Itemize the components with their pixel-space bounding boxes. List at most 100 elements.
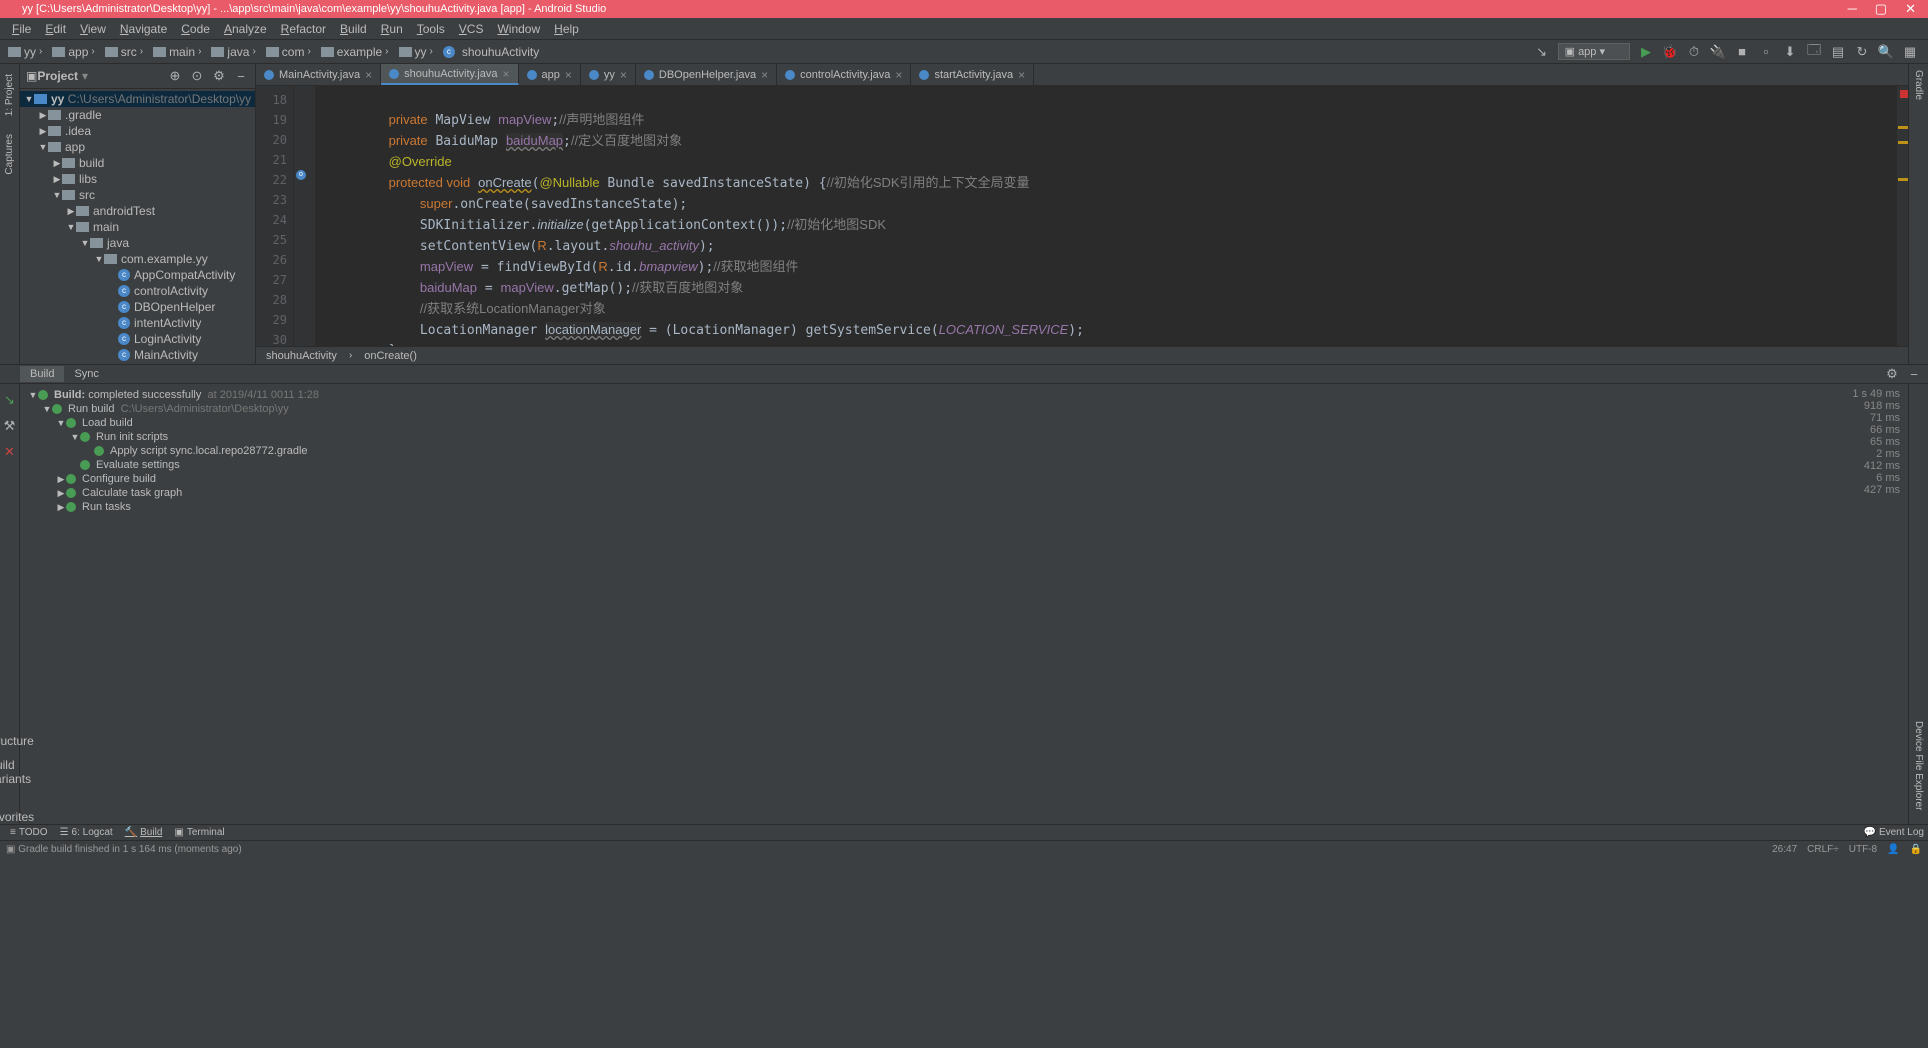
tree-item[interactable]: ▼java xyxy=(20,235,255,251)
editor-tab[interactable]: controlActivity.java× xyxy=(777,64,911,85)
build-step[interactable]: ▼Load build xyxy=(56,416,1820,430)
line-separator[interactable]: CRLF÷ xyxy=(1807,844,1839,855)
menu-help[interactable]: Help xyxy=(548,20,585,38)
attach-button[interactable]: 🔌 xyxy=(1710,44,1726,60)
settings-icon[interactable]: ▦ xyxy=(1902,44,1918,60)
menu-window[interactable]: Window xyxy=(491,20,546,38)
close-tab-icon[interactable]: × xyxy=(1018,68,1025,82)
editor-tab[interactable]: yy× xyxy=(581,64,636,85)
build-step[interactable]: ▶Calculate task graph xyxy=(56,486,1820,500)
tree-item[interactable]: cDBOpenHelper xyxy=(20,299,255,315)
cancel-icon[interactable]: ✕ xyxy=(2,444,18,460)
collapse-icon[interactable]: ⊕ xyxy=(167,68,183,84)
close-tab-icon[interactable]: × xyxy=(565,68,572,82)
editor-tab[interactable]: startActivity.java× xyxy=(911,64,1034,85)
search-icon[interactable]: 🔍 xyxy=(1878,44,1894,60)
gear-icon[interactable]: ⚙ xyxy=(211,68,227,84)
rerun-icon[interactable]: ↘ xyxy=(2,392,18,408)
menu-file[interactable]: File xyxy=(6,20,37,38)
close-button[interactable]: ✕ xyxy=(1905,1,1916,17)
cursor-position[interactable]: 26:47 xyxy=(1772,844,1797,855)
tree-item[interactable]: ▼src xyxy=(20,187,255,203)
breadcrumb-seg[interactable]: main › xyxy=(149,45,205,59)
status-tab-build[interactable]: 🔨 Build xyxy=(119,827,169,838)
minimize-button[interactable]: ─ xyxy=(1848,1,1857,17)
captures-tool-tab[interactable]: Captures xyxy=(2,128,17,181)
lock-icon[interactable]: 🔒 xyxy=(1910,844,1922,855)
menu-run[interactable]: Run xyxy=(375,20,409,38)
menu-refactor[interactable]: Refactor xyxy=(275,20,332,38)
device-explorer-tool-tab[interactable]: Device File Explorer xyxy=(1911,715,1926,816)
menu-navigate[interactable]: Navigate xyxy=(114,20,173,38)
menu-tools[interactable]: Tools xyxy=(411,20,451,38)
tree-item[interactable]: ▼main xyxy=(20,219,255,235)
menu-code[interactable]: Code xyxy=(175,20,216,38)
editor-tab[interactable]: DBOpenHelper.java× xyxy=(636,64,777,85)
tree-item[interactable]: ▼app xyxy=(20,139,255,155)
override-marker-icon[interactable]: o xyxy=(296,170,306,180)
close-tab-icon[interactable]: × xyxy=(502,67,509,81)
tree-root[interactable]: ▼yy C:\Users\Administrator\Desktop\yy xyxy=(20,91,255,107)
status-tab-terminal[interactable]: ▣ Terminal xyxy=(168,827,230,838)
warn-mark-icon[interactable] xyxy=(1898,126,1908,129)
warn-mark-icon[interactable] xyxy=(1898,178,1908,181)
breadcrumb-seg[interactable]: java › xyxy=(207,45,259,59)
build-step[interactable]: ▶Configure build xyxy=(56,472,1820,486)
status-tab-todo[interactable]: ≡ TODO xyxy=(4,827,54,838)
build-step[interactable]: ▼Run build C:\Users\Administrator\Deskto… xyxy=(42,402,1820,416)
editor-tab[interactable]: app× xyxy=(519,64,581,85)
tree-item[interactable]: ▶libs xyxy=(20,171,255,187)
tree-item[interactable]: cAppCompatActivity xyxy=(20,267,255,283)
error-indicator-icon[interactable] xyxy=(1900,90,1908,98)
event-log-button[interactable]: 💬 Event Log xyxy=(1864,827,1924,838)
project-tool-tab[interactable]: 1: Project xyxy=(2,68,17,122)
close-tab-icon[interactable]: × xyxy=(365,68,372,82)
tree-item[interactable]: cMainActivity xyxy=(20,347,255,363)
close-tab-icon[interactable]: × xyxy=(761,68,768,82)
breadcrumb-seg[interactable]: src › xyxy=(101,45,147,59)
breadcrumb-seg[interactable]: yy › xyxy=(395,45,437,59)
tree-item[interactable]: ▶.idea xyxy=(20,123,255,139)
avd-icon[interactable]: ▫ xyxy=(1758,44,1774,60)
build-icon[interactable]: ↘ xyxy=(1534,44,1550,60)
build-step[interactable]: Apply script sync.local.repo28772.gradle xyxy=(84,444,1820,458)
project-tree[interactable]: ▼yy C:\Users\Administrator\Desktop\yy▶.g… xyxy=(20,89,255,364)
hide-icon[interactable]: − xyxy=(233,68,249,84)
run-button[interactable]: ▶ xyxy=(1638,44,1654,60)
build-step[interactable]: ▶Run tasks xyxy=(56,500,1820,514)
gear-icon[interactable]: ⚙ xyxy=(1884,366,1900,382)
close-tab-icon[interactable]: × xyxy=(620,68,627,82)
breadcrumb-seg[interactable]: cshouhuActivity xyxy=(439,45,543,59)
breadcrumb-seg[interactable]: example › xyxy=(317,45,393,59)
build-tab[interactable]: Build xyxy=(20,366,64,382)
maximize-button[interactable]: ▢ xyxy=(1875,1,1887,17)
editor-tab[interactable]: shouhuActivity.java× xyxy=(381,64,518,85)
menu-vcs[interactable]: VCS xyxy=(453,20,490,38)
profile-button[interactable]: ⏱ xyxy=(1686,44,1702,60)
menu-analyze[interactable]: Analyze xyxy=(218,20,273,38)
structure-icon[interactable]: ▤ xyxy=(1830,44,1846,60)
tree-item[interactable]: ccontrolActivity xyxy=(20,283,255,299)
build-output[interactable]: ▼ Build: completed successfully at 2019/… xyxy=(20,384,1828,824)
build-step[interactable]: ▼Run init scripts xyxy=(70,430,1820,444)
status-tab-logcat[interactable]: ☰ 6: Logcat xyxy=(54,827,119,838)
close-tab-icon[interactable]: × xyxy=(895,68,902,82)
breadcrumb-seg[interactable]: com › xyxy=(262,45,315,59)
gradle-tool-tab[interactable]: Gradle xyxy=(1911,64,1926,106)
tree-item[interactable]: ▼com.example.yy xyxy=(20,251,255,267)
breadcrumb-class[interactable]: shouhuActivity xyxy=(266,350,337,362)
stop-button[interactable]: ■ xyxy=(1734,44,1750,60)
tree-item[interactable]: ▶androidTest xyxy=(20,203,255,219)
target-icon[interactable]: ⊙ xyxy=(189,68,205,84)
warn-mark-icon[interactable] xyxy=(1898,141,1908,144)
context-icon[interactable]: 👤 xyxy=(1887,844,1899,855)
sync-tab[interactable]: Sync xyxy=(64,366,108,382)
status-icon[interactable]: ▣ xyxy=(6,844,15,855)
build-step[interactable]: Evaluate settings xyxy=(70,458,1820,472)
menu-edit[interactable]: Edit xyxy=(39,20,72,38)
menu-build[interactable]: Build xyxy=(334,20,373,38)
tree-item[interactable]: cLoginActivity xyxy=(20,331,255,347)
sync-icon[interactable]: ↻ xyxy=(1854,44,1870,60)
menu-view[interactable]: View xyxy=(74,20,112,38)
file-encoding[interactable]: UTF-8 xyxy=(1849,844,1877,855)
